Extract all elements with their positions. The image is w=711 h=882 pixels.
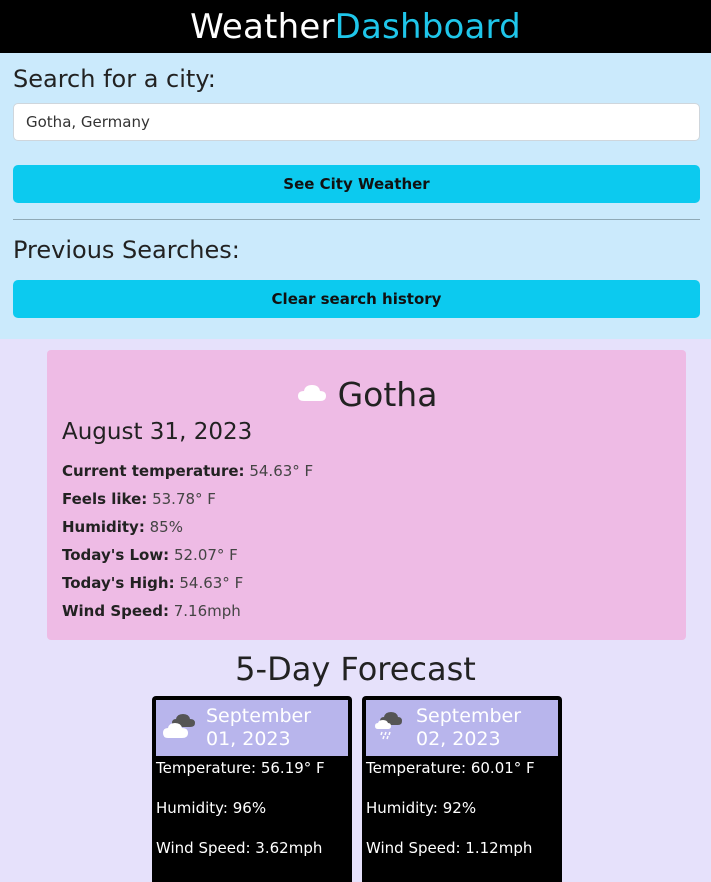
stat-value: 7.16mph xyxy=(173,602,241,620)
city-row: Gotha xyxy=(62,372,671,416)
forecast-card: September 02, 2023 Temperature: 60.01° F… xyxy=(362,696,562,882)
stat-wind-speed: Wind Speed: 7.16mph xyxy=(62,597,671,625)
stat-current-temperature: Current temperature: 54.63° F xyxy=(62,457,671,485)
forecast-date: September 01, 2023 xyxy=(206,705,311,751)
cloud-icon xyxy=(296,381,328,407)
stat-label: Feels like: xyxy=(62,490,148,508)
search-panel: Search for a city: See City Weather Prev… xyxy=(0,53,711,339)
forecast-date-day: 02, 2023 xyxy=(416,728,501,750)
current-weather-card: Gotha August 31, 2023 Current temperatur… xyxy=(47,350,686,640)
app-title-dashboard: Dashboard xyxy=(334,6,521,47)
stat-value: 54.63° F xyxy=(249,462,314,480)
forecast-card-header: September 02, 2023 xyxy=(366,700,558,756)
rain-icon xyxy=(372,711,408,745)
forecast-date-month: September xyxy=(416,705,522,727)
stat-label: Wind Speed: xyxy=(62,602,169,620)
forecast-date: September 02, 2023 xyxy=(416,705,521,751)
forecast-card-header: September 01, 2023 xyxy=(156,700,348,756)
stat-humidity: Humidity: 85% xyxy=(62,513,671,541)
search-heading: Search for a city: xyxy=(13,65,216,93)
stat-value: 85% xyxy=(149,518,183,536)
stat-todays-high: Today's High: 54.63° F xyxy=(62,569,671,597)
forecast-date-month: September xyxy=(206,705,312,727)
forecast-wind: Wind Speed: 1.12mph xyxy=(366,839,533,857)
current-date: August 31, 2023 xyxy=(62,419,253,445)
forecast-wind: Wind Speed: 3.62mph xyxy=(156,839,323,857)
stat-value: 54.63° F xyxy=(179,574,244,592)
city-name: Gotha xyxy=(337,374,438,414)
stat-label: Today's Low: xyxy=(62,546,170,564)
clear-history-button[interactable]: Clear search history xyxy=(13,280,700,318)
forecast-temperature: Temperature: 56.19° F xyxy=(156,759,325,777)
previous-searches-heading: Previous Searches: xyxy=(13,236,240,264)
stat-feels-like: Feels like: 53.78° F xyxy=(62,485,671,513)
stat-value: 52.07° F xyxy=(173,546,238,564)
search-divider xyxy=(13,219,700,220)
app-header: Weather Dashboard xyxy=(0,0,711,53)
stat-label: Humidity: xyxy=(62,518,145,536)
stat-label: Current temperature: xyxy=(62,462,245,480)
stat-todays-low: Today's Low: 52.07° F xyxy=(62,541,671,569)
forecast-temperature: Temperature: 60.01° F xyxy=(366,759,535,777)
forecast-card: September 01, 2023 Temperature: 56.19° F… xyxy=(152,696,352,882)
broken-clouds-icon xyxy=(162,712,198,744)
forecast-humidity: Humidity: 92% xyxy=(366,799,477,817)
see-city-weather-button[interactable]: See City Weather xyxy=(13,165,700,203)
stat-value: 53.78° F xyxy=(152,490,216,508)
app-title-weather: Weather xyxy=(190,6,335,47)
city-search-input[interactable] xyxy=(13,103,700,141)
forecast-humidity: Humidity: 96% xyxy=(156,799,267,817)
forecast-title: 5-Day Forecast xyxy=(235,650,476,688)
stat-label: Today's High: xyxy=(62,574,175,592)
forecast-date-day: 01, 2023 xyxy=(206,728,291,750)
